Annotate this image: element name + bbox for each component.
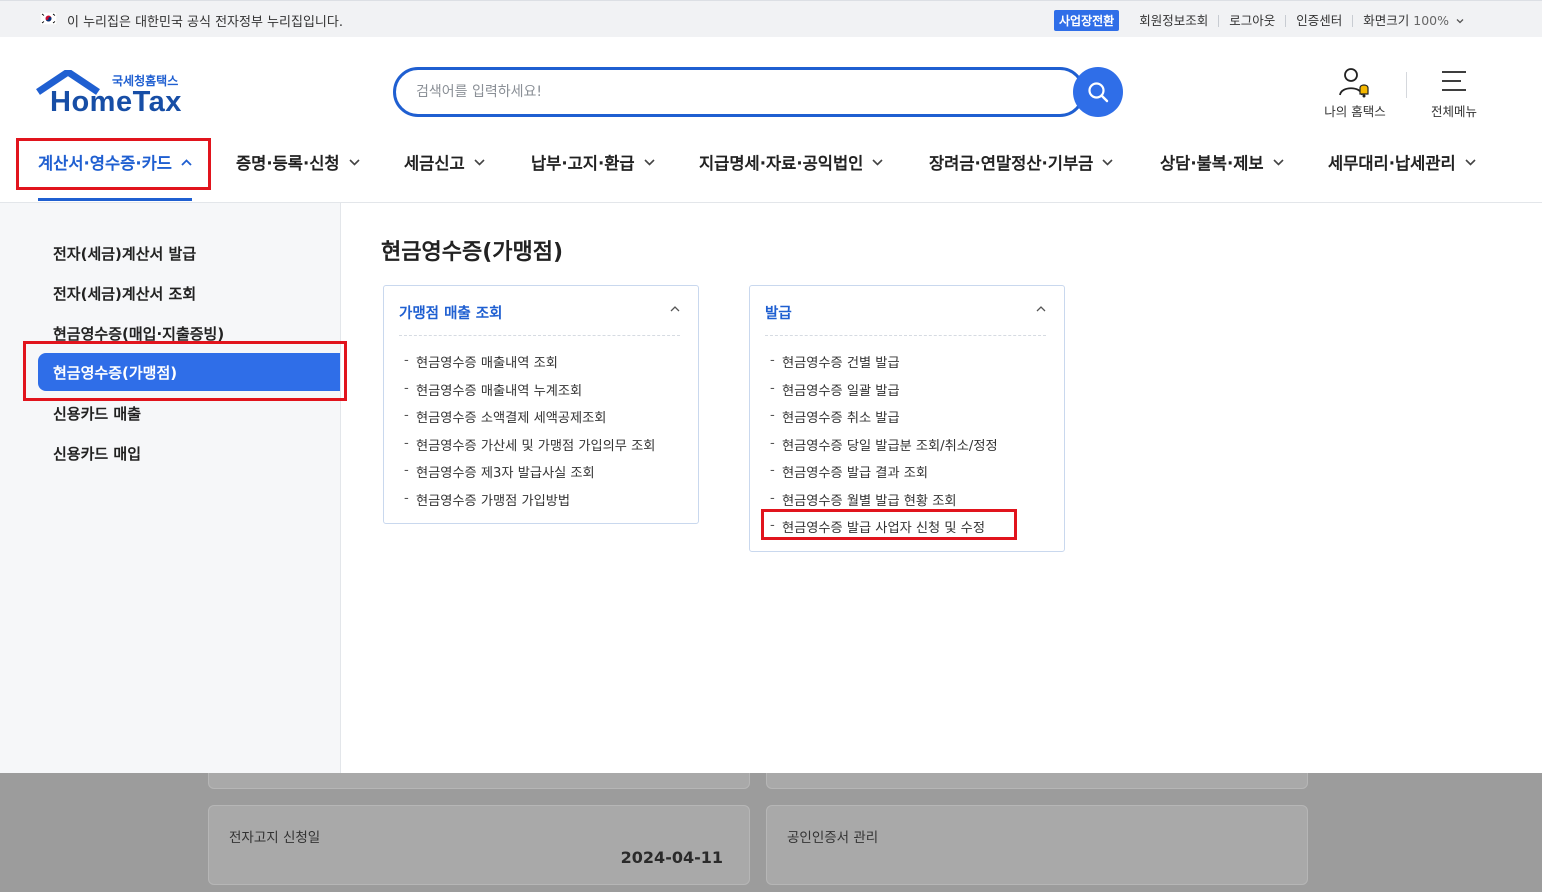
member-info-link[interactable]: 회원정보조회 xyxy=(1131,14,1218,27)
menu-link-small-payment-credit[interactable]: 현금영수증 소액결제 세액공제조회 xyxy=(402,403,698,431)
search-icon xyxy=(1088,82,1109,103)
gnb-item-tax-agent[interactable]: 세무대리·납세관리 xyxy=(1328,140,1476,184)
card-menu-list: 현금영수증 건별 발급 현금영수증 일괄 발급 현금영수증 취소 발급 현금영수… xyxy=(750,336,1064,551)
gnb-label: 세무대리·납세관리 xyxy=(1328,154,1456,173)
background-card xyxy=(208,773,750,789)
zoom-value: 100% xyxy=(1413,12,1450,28)
chevron-down-icon xyxy=(1465,158,1476,166)
all-menu-label: 전체메뉴 xyxy=(1430,104,1477,119)
chevron-down-icon xyxy=(1102,158,1113,166)
search-button[interactable] xyxy=(1073,67,1123,117)
my-hometax-button[interactable]: 나의 홈택스 xyxy=(1320,66,1390,120)
background-card-value: 2024-04-11 xyxy=(620,848,723,867)
page-title: 현금영수증(가맹점) xyxy=(381,240,564,265)
chevron-up-icon xyxy=(1036,306,1046,312)
sidebar: 전자(세금)계산서 발급 전자(세금)계산서 조회 현금영수증(매입·지출증빙)… xyxy=(0,203,341,773)
gov-banner-text: 이 누리집은 대한민국 공식 전자정부 누리집입니다. xyxy=(67,15,343,30)
zoom-label: 화면크기 xyxy=(1363,12,1410,28)
gnb-label: 상담·불복·제보 xyxy=(1160,154,1264,173)
card-title: 발급 xyxy=(765,306,792,322)
certificate-center-link[interactable]: 인증센터 xyxy=(1285,14,1352,27)
card-header[interactable]: 발급 xyxy=(765,286,1046,336)
gnb-item-certificate-registration[interactable]: 증명·등록·신청 xyxy=(236,140,360,184)
switch-business-button[interactable]: 사업장전환 xyxy=(1054,10,1120,31)
gnb-label: 계산서·영수증·카드 xyxy=(38,154,172,173)
background-card-label: 전자고지 신청일 xyxy=(229,830,321,846)
menu-link-merchant-join[interactable]: 현금영수증 가맹점 가입방법 xyxy=(402,486,698,514)
gnb-label: 지급명세·자료·공익법인 xyxy=(699,154,864,173)
menu-link-issue-result[interactable]: 현금영수증 발급 결과 조회 xyxy=(768,458,1064,486)
menu-link-single-issue[interactable]: 현금영수증 건별 발급 xyxy=(768,348,1064,376)
chevron-up-icon xyxy=(181,158,192,166)
gnb-item-consultation[interactable]: 상담·불복·제보 xyxy=(1160,140,1284,184)
card-menu-list: 현금영수증 매출내역 조회 현금영수증 매출내역 누계조회 현금영수증 소액결제… xyxy=(384,336,698,523)
chevron-up-icon xyxy=(670,306,680,312)
korea-flag-icon xyxy=(40,12,57,25)
gnb-label: 납부·고지·환급 xyxy=(531,154,635,173)
hamburger-menu-icon xyxy=(1442,71,1466,91)
sidebar-item-cash-receipt-purchase[interactable]: 현금영수증(매입·지출증빙) xyxy=(53,323,224,344)
gnb-item-invoice-receipt-card[interactable]: 계산서·영수증·카드 xyxy=(38,140,192,184)
menu-link-sales-cumulative[interactable]: 현금영수증 매출내역 누계조회 xyxy=(402,376,698,404)
menu-link-bulk-issue[interactable]: 현금영수증 일괄 발급 xyxy=(768,376,1064,404)
chevron-down-icon xyxy=(1456,19,1464,24)
background-card-certificate: 공인인증서 관리 xyxy=(766,805,1308,885)
menu-card-issue: 발급 현금영수증 건별 발급 현금영수증 일괄 발급 현금영수증 취소 발급 현… xyxy=(749,285,1065,552)
dimmed-overlay: 전자고지 신청일 2024-04-11 공인인증서 관리 xyxy=(0,773,1542,892)
sidebar-item-credit-card-purchase[interactable]: 신용카드 매입 xyxy=(53,443,141,464)
all-menu-button[interactable]: 전체메뉴 xyxy=(1424,66,1484,120)
header-divider xyxy=(1406,72,1407,98)
gnb-label: 세금신고 xyxy=(404,154,465,173)
user-bell-icon xyxy=(1339,68,1369,98)
hometax-logo[interactable]: 국세청홈택스 HomeTax xyxy=(36,68,196,122)
sidebar-item-cash-receipt-merchant[interactable]: 현금영수증(가맹점) xyxy=(38,353,340,391)
sidebar-item-e-invoice-inquiry[interactable]: 전자(세금)계산서 조회 xyxy=(53,283,196,304)
utility-links: 사업장전환 회원정보조회 로그아웃 인증센터 화면크기 100% xyxy=(1054,10,1474,31)
gov-banner: 이 누리집은 대한민국 공식 전자정부 누리집입니다. 사업장전환 회원정보조회… xyxy=(0,0,1542,37)
chevron-down-icon xyxy=(474,158,485,166)
global-nav: 계산서·영수증·카드 증명·등록·신청 세금신고 납부·고지·환급 지급명세·자… xyxy=(0,140,1542,203)
menu-link-monthly-status[interactable]: 현금영수증 월별 발급 현황 조회 xyxy=(768,486,1064,514)
chevron-down-icon xyxy=(644,158,655,166)
menu-link-same-day-issue[interactable]: 현금영수증 당일 발급분 조회/취소/정정 xyxy=(768,431,1064,459)
gnb-label: 장려금·연말정산·기부금 xyxy=(929,154,1094,173)
menu-link-sales-inquiry[interactable]: 현금영수증 매출내역 조회 xyxy=(402,348,698,376)
search-bar xyxy=(393,67,1123,117)
zoom-control[interactable]: 화면크기 100% xyxy=(1352,12,1474,28)
card-title: 가맹점 매출 조회 xyxy=(399,306,503,322)
sidebar-item-e-invoice-issue[interactable]: 전자(세금)계산서 발급 xyxy=(53,243,196,264)
background-card-e-notice: 전자고지 신청일 2024-04-11 xyxy=(208,805,750,885)
gnb-item-payment-statement[interactable]: 지급명세·자료·공익법인 xyxy=(699,140,883,184)
menu-link-issuer-application[interactable]: 현금영수증 발급 사업자 신청 및 수정 xyxy=(768,513,1064,541)
background-card-label: 공인인증서 관리 xyxy=(787,830,879,846)
gnb-label: 증명·등록·신청 xyxy=(236,154,340,173)
sidebar-item-credit-card-sales[interactable]: 신용카드 매출 xyxy=(53,403,141,424)
gnb-item-tax-filing[interactable]: 세금신고 xyxy=(404,140,485,184)
gnb-item-payment-refund[interactable]: 납부·고지·환급 xyxy=(531,140,655,184)
menu-link-cancel-issue[interactable]: 현금영수증 취소 발급 xyxy=(768,403,1064,431)
menu-card-merchant-sales: 가맹점 매출 조회 현금영수증 매출내역 조회 현금영수증 매출내역 누계조회 … xyxy=(383,285,699,524)
gnb-active-indicator xyxy=(38,198,192,201)
menu-link-third-party-issue[interactable]: 현금영수증 제3자 발급사실 조회 xyxy=(402,458,698,486)
gnb-item-incentive-yearend[interactable]: 장려금·연말정산·기부금 xyxy=(929,140,1113,184)
card-header[interactable]: 가맹점 매출 조회 xyxy=(399,286,680,336)
logout-link[interactable]: 로그아웃 xyxy=(1218,14,1285,27)
search-input[interactable] xyxy=(393,67,1085,117)
chevron-down-icon xyxy=(1273,158,1284,166)
menu-link-penalty-obligation[interactable]: 현금영수증 가산세 및 가맹점 가입의무 조회 xyxy=(402,431,698,459)
chevron-down-icon xyxy=(349,158,360,166)
logo-title: HomeTax xyxy=(50,86,182,118)
chevron-down-icon xyxy=(872,158,883,166)
background-card xyxy=(766,773,1308,789)
my-hometax-label: 나의 홈택스 xyxy=(1324,104,1386,119)
